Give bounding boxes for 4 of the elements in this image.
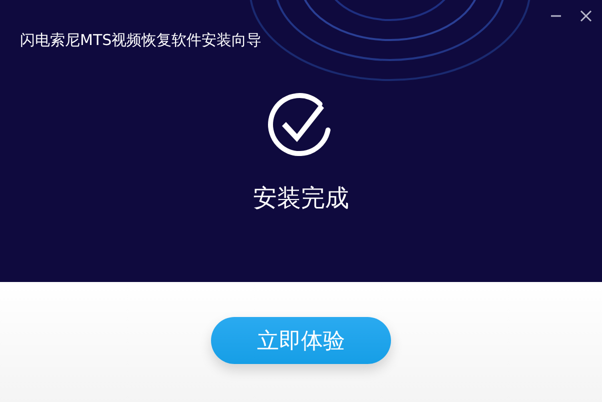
- close-icon[interactable]: [580, 10, 592, 22]
- start-button[interactable]: 立即体验: [211, 317, 391, 364]
- status-text: 安装完成: [253, 183, 349, 214]
- window-title: 闪电索尼MTS视频恢复软件安装向导: [20, 31, 262, 50]
